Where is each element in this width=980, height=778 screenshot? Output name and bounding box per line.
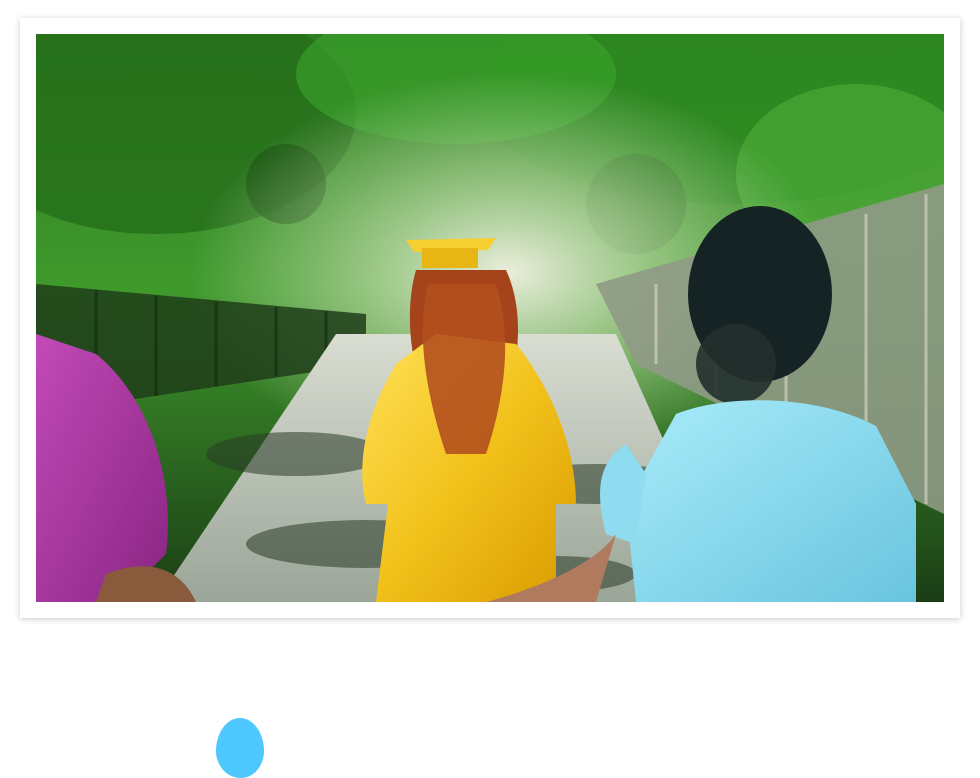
- photo-card: [20, 18, 960, 618]
- photo-frame[interactable]: [36, 34, 944, 602]
- graduation-photo: [36, 34, 944, 602]
- blue-dot-marker: [216, 718, 264, 778]
- page: [0, 0, 980, 778]
